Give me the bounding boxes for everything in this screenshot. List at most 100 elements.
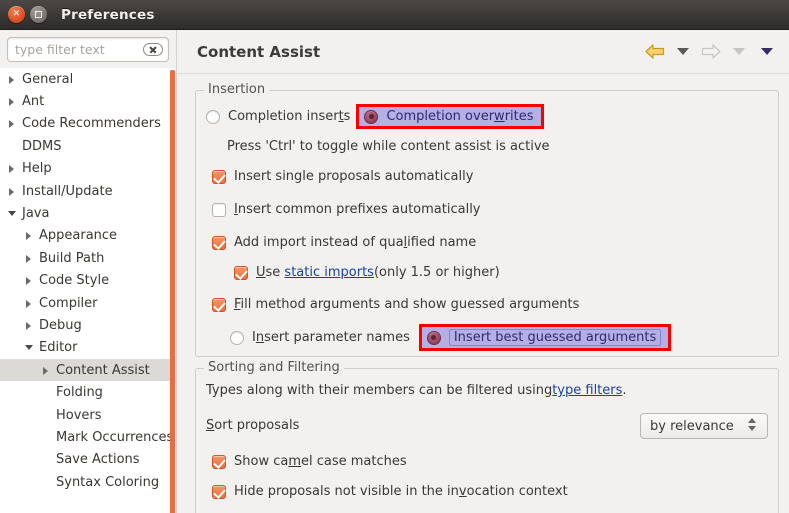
- sorting-group-legend: Sorting and Filtering: [204, 360, 344, 375]
- sidebar-item-java[interactable]: Java: [0, 202, 176, 224]
- sidebar-item-label: Ant: [22, 94, 45, 110]
- insert-best-guessed-radio[interactable]: [426, 330, 441, 345]
- chevron-right-icon[interactable]: [42, 366, 51, 375]
- type-filters-description: Types along with their members can be fi…: [206, 383, 627, 398]
- completion-mode-row: Completion inserts Completion overwrites: [206, 104, 544, 129]
- static-imports-checkbox[interactable]: [234, 265, 248, 280]
- sidebar-item-label: Save Actions: [56, 452, 140, 468]
- type-filters-link[interactable]: type filters: [552, 383, 622, 398]
- sorting-filtering-group: Sorting and Filtering Types along with t…: [195, 360, 779, 513]
- page-header: Content Assist: [177, 30, 789, 74]
- sidebar-item-label: Hovers: [56, 407, 102, 423]
- static-imports-link[interactable]: static imports: [284, 265, 374, 280]
- sidebar-item-label: Code Style: [39, 273, 110, 289]
- sidebar-item-save-actions[interactable]: Save Actions: [0, 449, 176, 471]
- hide-proposals-label: Hide proposals not visible in the invoca…: [234, 484, 568, 499]
- sidebar-item-label: Install/Update: [22, 183, 113, 199]
- chevron-right-icon[interactable]: [25, 276, 34, 286]
- sidebar-item-appearance[interactable]: Appearance: [0, 225, 176, 247]
- close-icon[interactable]: ✕: [8, 6, 25, 23]
- completion-overwrites-highlight[interactable]: Completion overwrites: [356, 104, 544, 129]
- chevron-right-icon[interactable]: [8, 75, 17, 84]
- sidebar-item-label: Java: [22, 206, 50, 222]
- chevron-right-icon[interactable]: [25, 231, 34, 241]
- sidebar-item-mark-occurrences[interactable]: Mark Occurrences: [0, 426, 176, 448]
- sidebar-item-content-assist[interactable]: Content Assist: [0, 359, 170, 382]
- chevron-right-icon[interactable]: [8, 164, 17, 174]
- sidebar-item-general[interactable]: General: [0, 68, 176, 90]
- sidebar-item-syntax-coloring[interactable]: Syntax Coloring: [0, 471, 176, 493]
- insert-common-prefixes-row[interactable]: Insert common prefixes automatically: [212, 202, 481, 217]
- back-menu-chevron-down-icon[interactable]: [671, 40, 695, 62]
- sidebar-item-label: Folding: [56, 385, 103, 401]
- add-import-row[interactable]: Add import instead of qualified name: [212, 235, 476, 250]
- insert-single-proposals-checkbox[interactable]: [212, 169, 226, 184]
- preferences-tree[interactable]: General Ant Code Recommenders DDMS Help Insta…: [0, 68, 176, 513]
- sidebar-item-debug[interactable]: Debug: [0, 314, 176, 336]
- chevron-right-icon[interactable]: [25, 254, 34, 263]
- add-import-label: Add import instead of qualified name: [234, 235, 477, 250]
- page-title: Content Assist: [197, 42, 321, 61]
- sidebar-item-code-recommenders[interactable]: Code Recommenders: [0, 113, 176, 135]
- maximize-icon[interactable]: [30, 6, 47, 23]
- sidebar-item-hovers[interactable]: Hovers: [0, 404, 176, 426]
- sidebar-item-label: Compiler: [39, 295, 98, 311]
- sidebar-item-compiler[interactable]: Compiler: [0, 292, 176, 314]
- fill-method-arguments-label: Fill method arguments and show guessed a…: [234, 297, 580, 312]
- insert-common-prefixes-checkbox[interactable]: [212, 202, 226, 217]
- completion-inserts-radio[interactable]: [206, 109, 220, 124]
- completion-overwrites-radio[interactable]: [364, 109, 379, 124]
- completion-inserts-label: Completion inserts: [228, 109, 351, 124]
- sidebar-scrollbar[interactable]: [170, 70, 175, 513]
- sidebar-item-code-style[interactable]: Code Style: [0, 270, 176, 292]
- spinner-arrows-icon[interactable]: [748, 418, 756, 431]
- insert-parameter-names-radio[interactable]: [230, 330, 244, 345]
- sidebar-item-build-path[interactable]: Build Path: [0, 247, 176, 269]
- chevron-right-icon[interactable]: [8, 187, 17, 196]
- filter-area: type filter text: [0, 30, 176, 68]
- show-camel-case-label: Show camel case matches: [234, 454, 407, 469]
- chevron-down-icon[interactable]: [8, 209, 17, 218]
- search-input[interactable]: type filter text: [7, 37, 169, 62]
- forward-arrow-icon: [699, 40, 723, 62]
- sort-proposals-label: Sort proposals: [206, 418, 300, 433]
- hide-proposals-checkbox[interactable]: [212, 484, 226, 499]
- add-import-checkbox[interactable]: [212, 235, 226, 250]
- sidebar-item-editor[interactable]: Editor: [0, 337, 176, 359]
- sort-proposals-select[interactable]: by relevance: [640, 413, 768, 439]
- chevron-down-icon[interactable]: [25, 343, 34, 352]
- chevron-right-icon[interactable]: [8, 97, 17, 107]
- argument-mode-row: Insert parameter names Insert best guess…: [230, 324, 672, 351]
- sidebar-item-label: Help: [22, 161, 52, 177]
- insert-best-guessed-highlight[interactable]: Insert best guessed arguments: [418, 324, 672, 351]
- sidebar-item-label: Content Assist: [56, 362, 150, 378]
- sidebar-item-ddms[interactable]: DDMS: [0, 135, 176, 157]
- sidebar-item-help[interactable]: Help: [0, 158, 176, 180]
- show-camel-case-checkbox[interactable]: [212, 454, 226, 469]
- sidebar-item-ant[interactable]: Ant: [0, 90, 176, 112]
- insert-parameter-names-label: Insert parameter names: [252, 330, 410, 345]
- navigation-toolbar: [643, 40, 779, 62]
- hide-proposals-row[interactable]: Hide proposals not visible in the invoca…: [212, 484, 568, 499]
- chevron-right-icon[interactable]: [25, 321, 34, 330]
- insert-single-proposals-row[interactable]: Insert single proposals automatically: [212, 169, 473, 184]
- clear-icon[interactable]: [143, 43, 163, 56]
- sidebar-item-install-update[interactable]: Install/Update: [0, 180, 176, 202]
- show-camel-case-row[interactable]: Show camel case matches: [212, 454, 407, 469]
- chevron-right-icon[interactable]: [8, 119, 17, 129]
- sidebar-item-label: Debug: [39, 317, 82, 333]
- type-filters-description-prefix: Types along with their members can be fi…: [206, 383, 553, 398]
- chevron-right-icon[interactable]: [25, 299, 34, 308]
- sidebar-item-label: Code Recommenders: [22, 116, 161, 132]
- view-menu-chevron-down-icon[interactable]: [755, 40, 779, 62]
- fill-method-arguments-checkbox[interactable]: [212, 297, 226, 312]
- back-arrow-icon[interactable]: [643, 40, 667, 62]
- fill-method-arguments-row[interactable]: Fill method arguments and show guessed a…: [212, 297, 579, 312]
- sidebar-item-folding[interactable]: Folding: [0, 381, 176, 403]
- static-imports-row[interactable]: Use static imports (only 1.5 or higher): [234, 265, 500, 280]
